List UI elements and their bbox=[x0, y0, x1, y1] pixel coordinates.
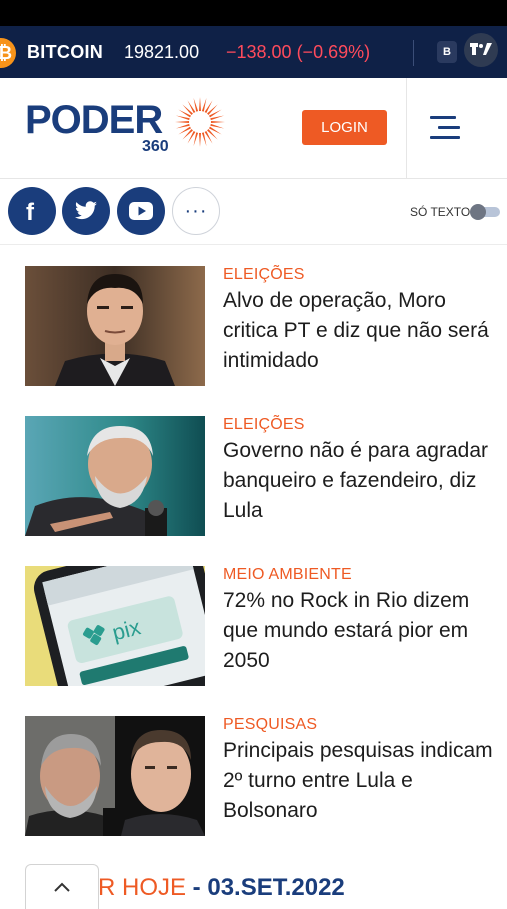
article-thumbnail[interactable]: pix bbox=[25, 566, 205, 686]
article-item[interactable]: PESQUISAS Principais pesquisas indicam 2… bbox=[25, 716, 505, 838]
sun-logo-icon bbox=[175, 97, 225, 147]
ticker-change: −138.00 (−0.69%) bbox=[226, 42, 371, 62]
ticker-symbol: BITCOIN bbox=[27, 42, 104, 62]
article-category[interactable]: MEIO AMBIENTE bbox=[223, 566, 352, 584]
logo-360: 360 bbox=[142, 138, 169, 155]
article-headline[interactable]: Alvo de operação, Moro critica PT e diz … bbox=[223, 286, 493, 376]
crypto-ticker[interactable]: ₿ BITCOIN 19821.00 −138.00 (−0.69%) B bbox=[0, 26, 507, 78]
article-category[interactable]: PESQUISAS bbox=[223, 716, 317, 734]
facebook-icon[interactable]: f bbox=[8, 187, 56, 235]
ticker-price: 19821.00 bbox=[124, 42, 200, 62]
article-item[interactable]: ELEIÇÕES Governo não é para agradar banq… bbox=[25, 416, 505, 538]
hamburger-icon[interactable] bbox=[430, 116, 460, 140]
edition-date: 03.SET.2022 bbox=[207, 874, 345, 901]
article-category[interactable]: ELEIÇÕES bbox=[223, 416, 305, 434]
article-item[interactable]: ELEIÇÕES Alvo de operação, Moro critica … bbox=[25, 266, 505, 388]
more-icon[interactable]: ··· bbox=[172, 187, 220, 235]
site-header: PODER 360 LOGIN bbox=[0, 78, 507, 179]
edition-title-fragment: R HOJE bbox=[98, 874, 187, 901]
article-thumbnail[interactable] bbox=[25, 416, 205, 536]
chevron-up-icon bbox=[54, 882, 70, 892]
article-headline[interactable]: 72% no Rock in Rio dizem que mundo estar… bbox=[223, 586, 493, 676]
article-category[interactable]: ELEIÇÕES bbox=[223, 266, 305, 284]
login-button[interactable]: LOGIN bbox=[302, 110, 387, 145]
logo-wordmark[interactable]: PODER bbox=[25, 98, 163, 143]
social-bar: f ··· SÓ TEXTO bbox=[0, 178, 507, 245]
svg-text:f: f bbox=[26, 199, 35, 223]
tradingview-icon[interactable] bbox=[464, 33, 498, 67]
article-headline[interactable]: Principais pesquisas indicam 2º turno en… bbox=[223, 736, 493, 826]
header-divider bbox=[406, 78, 407, 178]
youtube-icon[interactable] bbox=[117, 187, 165, 235]
article-headline[interactable]: Governo não é para agradar banqueiro e f… bbox=[223, 436, 493, 526]
edition-title: R HOJE - 03.SET.2022 bbox=[98, 874, 345, 902]
text-only-toggle[interactable] bbox=[470, 204, 500, 220]
article-item[interactable]: pix MEIO AMBIENTE 72% no Rock in Rio diz… bbox=[25, 566, 505, 688]
status-bar bbox=[0, 0, 507, 26]
text-only-label: SÓ TEXTO bbox=[410, 205, 471, 219]
article-thumbnail[interactable] bbox=[25, 716, 205, 836]
edition-separator: - bbox=[186, 874, 208, 901]
edition-header: R HOJE - 03.SET.2022 bbox=[0, 860, 507, 909]
twitter-icon[interactable] bbox=[62, 187, 110, 235]
ticker-divider bbox=[413, 40, 414, 66]
exchange-badge-icon: B bbox=[437, 41, 457, 63]
bitcoin-icon: ₿ bbox=[0, 38, 16, 68]
back-to-top-button[interactable] bbox=[25, 864, 99, 909]
article-thumbnail[interactable] bbox=[25, 266, 205, 386]
